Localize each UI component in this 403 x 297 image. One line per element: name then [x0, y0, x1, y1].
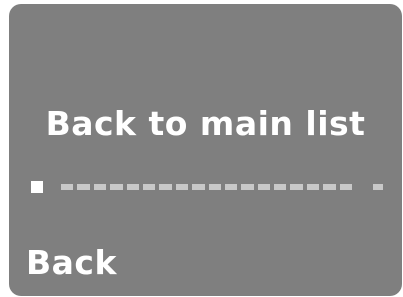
position-segment [306, 184, 320, 190]
menu-title[interactable]: Back to main list [9, 104, 402, 143]
position-track-end [373, 184, 383, 190]
position-segment [224, 184, 238, 190]
position-segment [241, 184, 254, 190]
position-segment [323, 184, 336, 190]
position-segment [274, 184, 287, 190]
position-segment [126, 184, 139, 190]
position-segment [192, 184, 205, 190]
back-button[interactable]: Back [26, 243, 117, 282]
position-segment [142, 184, 156, 190]
position-segment [61, 184, 74, 190]
position-segment [175, 184, 189, 190]
menu-panel: Back to main list Back [9, 4, 402, 296]
position-segment [208, 184, 221, 190]
position-segment [159, 184, 172, 190]
current-position-marker [31, 181, 43, 193]
position-segment [290, 184, 303, 190]
position-segment [339, 184, 353, 190]
position-segment [257, 184, 271, 190]
position-track [61, 184, 353, 190]
position-segment [93, 184, 107, 190]
position-segment [77, 184, 90, 190]
position-segment [110, 184, 123, 190]
list-position-indicator [31, 181, 383, 193]
